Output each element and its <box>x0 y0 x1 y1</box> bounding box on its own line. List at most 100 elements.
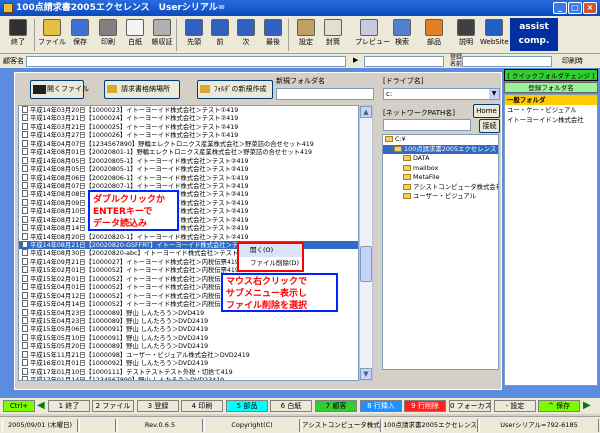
scroll-thumb[interactable] <box>360 246 372 282</box>
fkey-button[interactable]: - 設定 <box>494 400 536 412</box>
new-folder-name-input[interactable] <box>276 88 374 100</box>
name-label: 名前 <box>450 61 463 68</box>
file-row[interactable]: 平成17年01月10日【1000111】テストテストテスト外税・切捨て419 <box>19 368 358 376</box>
assist-logo[interactable]: assist comp. <box>510 18 558 51</box>
double-click-callout: ダブルクリックか ENTERキーで データ読込み <box>88 190 179 231</box>
fkey-button[interactable]: ^ 保存 <box>538 400 580 412</box>
maximize-button[interactable]: □ <box>568 2 582 14</box>
file-row[interactable]: 平成15年05月20日【1000089】野山 しんたろう＞DVD2419 <box>19 342 358 350</box>
file-row[interactable]: 平成15年04月23日【1000089】野山 しんたろう＞DVD2419 <box>19 317 358 325</box>
scroll-up-icon[interactable]: ▲ <box>360 106 372 118</box>
file-row[interactable]: 平成16年01月01日【1000092】野山 しんたろう＞DVD2419 <box>19 359 358 367</box>
fkey-button[interactable]: 8 行挿入 <box>360 400 402 412</box>
toolbar-label: 印刷 <box>101 38 115 46</box>
file-row[interactable]: 平成14年03月20日【1000023】イトーヨーイド株式会社＞テスト①419 <box>19 106 358 114</box>
tree-node[interactable]: ユーザー・ビジュアル <box>383 192 498 202</box>
favorite-item[interactable]: イトーヨーイドン株式会社 <box>505 115 597 125</box>
home-button[interactable]: Home <box>473 104 500 118</box>
toolbar-button-7[interactable]: 前 <box>206 17 234 52</box>
invoice-file-list[interactable]: 平成14年03月20日【1000023】イトーヨーイド株式会社＞テスト①419 平… <box>18 105 359 381</box>
fkey-button[interactable]: 3 登録 <box>137 400 179 412</box>
toolbar-button-16[interactable]: WebSite <box>480 17 509 52</box>
file-row[interactable]: 平成14年03月21日【1000025】イトーヨーイド株式会社＞テスト②419 <box>19 123 358 131</box>
fkey-button[interactable]: 2 ファイル <box>92 400 134 412</box>
folder-icon <box>403 164 411 171</box>
connect-button[interactable]: 接続 <box>479 119 500 133</box>
tree-node[interactable]: MetaFile <box>383 173 498 183</box>
file-row[interactable]: 平成14年03月21日【1000024】イトーヨーイド株式会社＞テスト②419 <box>19 114 358 122</box>
file-row[interactable]: 平成17年01月14日【1234567890】野山 しんたろう＞DVD23419 <box>19 376 358 380</box>
favorites-list[interactable]: 一般フォルダ ユー・ケー・ビジュアル イトーヨーイドン株式会社 <box>504 94 598 386</box>
minimize-button[interactable]: _ <box>553 2 567 14</box>
toolbar-button-11[interactable]: 封筒 <box>319 17 347 52</box>
fkey-button[interactable]: 7 顧客 <box>315 400 357 412</box>
file-row[interactable]: 平成14年08月14日【20020814-1】イトーヨーイド株式会社＞テスト②4… <box>19 224 358 232</box>
fkey-button[interactable]: 1 終了 <box>48 400 90 412</box>
file-row[interactable]: 平成15年11月21日【1000098】ユーザー・ビジュアル株式会社＞DVD24… <box>19 351 358 359</box>
tree-node[interactable]: mailbox <box>383 164 498 174</box>
fkey-button[interactable]: 6 白紙 <box>270 400 312 412</box>
toolbar-button-13[interactable]: 検索 <box>388 17 416 52</box>
customer-field[interactable] <box>26 56 346 67</box>
file-row[interactable]: 平成14年08月21日【20020820-GSFFRT】イトーヨーイド株式会社＞… <box>19 241 358 250</box>
invoice-storage-button[interactable]: 請求書格納場所 <box>104 80 180 99</box>
toolbar-label: 検索 <box>395 38 409 46</box>
fkey-button[interactable]: 5 部品 <box>226 400 268 412</box>
toolbar-button-14[interactable]: 部品 <box>420 17 448 52</box>
tree-node[interactable]: 100点請求書2005エクセレンス <box>383 144 498 154</box>
toolbar-button-4[interactable]: 白紙 <box>121 17 149 52</box>
file-row[interactable]: 平成14年04月07日【1234567890】野輪エレクトロニクス産業株式会社＞… <box>19 140 358 148</box>
toolbar-button-3[interactable]: 印刷 <box>94 17 122 52</box>
file-row[interactable]: 平成14年08月30日【20020820-abc】イトーヨーイド株式会社＞テスト… <box>19 249 358 257</box>
favorite-item[interactable]: ユー・ケー・ビジュアル <box>505 105 597 115</box>
menu-item-delete-file[interactable]: ファイル削除(D) <box>239 257 302 270</box>
network-path-input[interactable] <box>383 119 471 131</box>
tree-node[interactable]: DATA <box>383 154 498 164</box>
fkey-button[interactable]: Ctrl+ <box>3 400 35 412</box>
tree-node[interactable]: アシストコンピュータ株式会社 <box>383 183 498 193</box>
new-folder-button[interactable]: ﾌｫﾙﾀﾞの新規作成 <box>197 80 273 99</box>
scroll-down-icon[interactable]: ▼ <box>360 368 372 380</box>
fkey-button[interactable]: 9 行削除 <box>404 400 446 412</box>
file-row[interactable]: 平成14年08月08日【20020808-1】イトーヨーイド株式会社＞テスト②4… <box>19 190 358 198</box>
toolbar-button-10[interactable]: 設定 <box>292 17 320 52</box>
file-row[interactable]: 平成14年08月09日【20020809-1】イトーヨーイド株式会社＞テスト②4… <box>19 199 358 207</box>
toolbar-button-5[interactable]: 帳収証 <box>148 17 176 52</box>
folder-tree[interactable]: C:¥ 100点請求書2005エクセレンス DATA mailbox MetaFile ア… <box>382 134 499 370</box>
customer-code-field[interactable] <box>364 56 444 67</box>
file-row[interactable]: 平成15年05月10日【1000091】野山 しんたろう＞DVD2419 <box>19 334 358 342</box>
toolbar-button-1[interactable]: ファイル <box>38 17 66 52</box>
file-row[interactable]: 平成15年05月06日【1000091】野山 しんたろう＞DVD2419 <box>19 325 358 333</box>
file-row[interactable]: 平成14年03月27日【1000026】イトーヨーイド株式会社＞テスト①419 <box>19 131 358 139</box>
quick-folder-change-button[interactable]: [ クイックフォルダチェンジ ] <box>504 69 598 81</box>
toolbar-button-8[interactable]: 次 <box>232 17 260 52</box>
file-row[interactable]: 平成14年08月05日【20020805-1】イトーヨーイド株式会社＞テスト②4… <box>19 165 358 173</box>
file-row[interactable]: 平成14年08月20日【20020820-1】イトーヨーイド株式会社＞テスト②4… <box>19 233 358 241</box>
file-row[interactable]: 平成14年08月01日【20020801-1】野輪エレクトロニクス産業株式会社＞… <box>19 148 358 156</box>
file-list-scrollbar[interactable]: ▲ ▼ <box>359 105 373 381</box>
file-row[interactable]: 平成14年08月05日【20020805-1】イトーヨーイド株式会社＞テスト②4… <box>19 157 358 165</box>
fkey-button[interactable]: 4 印刷 <box>181 400 223 412</box>
toolbar-button-0[interactable]: 終了 <box>4 17 32 52</box>
open-file-button[interactable]: 開くファイル <box>30 80 89 99</box>
menu-item-open[interactable]: 開く(O) <box>239 244 302 257</box>
chevron-down-icon[interactable]: ▼ <box>489 89 499 99</box>
file-row[interactable]: 平成14年08月07日【20020807-1】イトーヨーイド株式会社＞テスト②4… <box>19 182 358 190</box>
tree-node[interactable]: C:¥ <box>383 135 498 145</box>
reg-name-field[interactable] <box>462 56 552 67</box>
toolbar-button-12[interactable]: プレビュー <box>355 17 390 52</box>
fkey-button[interactable]: 0 フォーカス <box>449 400 491 412</box>
file-row[interactable]: 平成14年08月06日【20020806-1】イトーヨーイド株式会社＞テスト①4… <box>19 174 358 182</box>
toolbar-button-15[interactable]: 説明 <box>452 17 480 52</box>
file-row[interactable]: 平成14年08月12日【20020812-1】イトーヨーイド株式会社＞テスト②4… <box>19 216 358 224</box>
toolbar-button-9[interactable]: 最後 <box>259 17 287 52</box>
print-label: 印刷時 <box>562 57 583 65</box>
drive-select[interactable]: c: ▼ <box>383 88 500 100</box>
favorite-item[interactable]: 一般フォルダ <box>505 95 597 105</box>
toolbar-button-6[interactable]: 先頭 <box>180 17 208 52</box>
toolbar-icon <box>99 19 117 36</box>
file-row[interactable]: 平成14年09月21日【1000027】イトーヨーイド株式会社＞内税伝票419 <box>19 258 358 266</box>
toolbar-button-2[interactable]: 保存 <box>66 17 94 52</box>
close-button[interactable]: × <box>583 2 597 14</box>
file-row[interactable]: 平成14年08月10日【20020810-1】イトーヨーイド株式会社＞テスト②4… <box>19 207 358 215</box>
